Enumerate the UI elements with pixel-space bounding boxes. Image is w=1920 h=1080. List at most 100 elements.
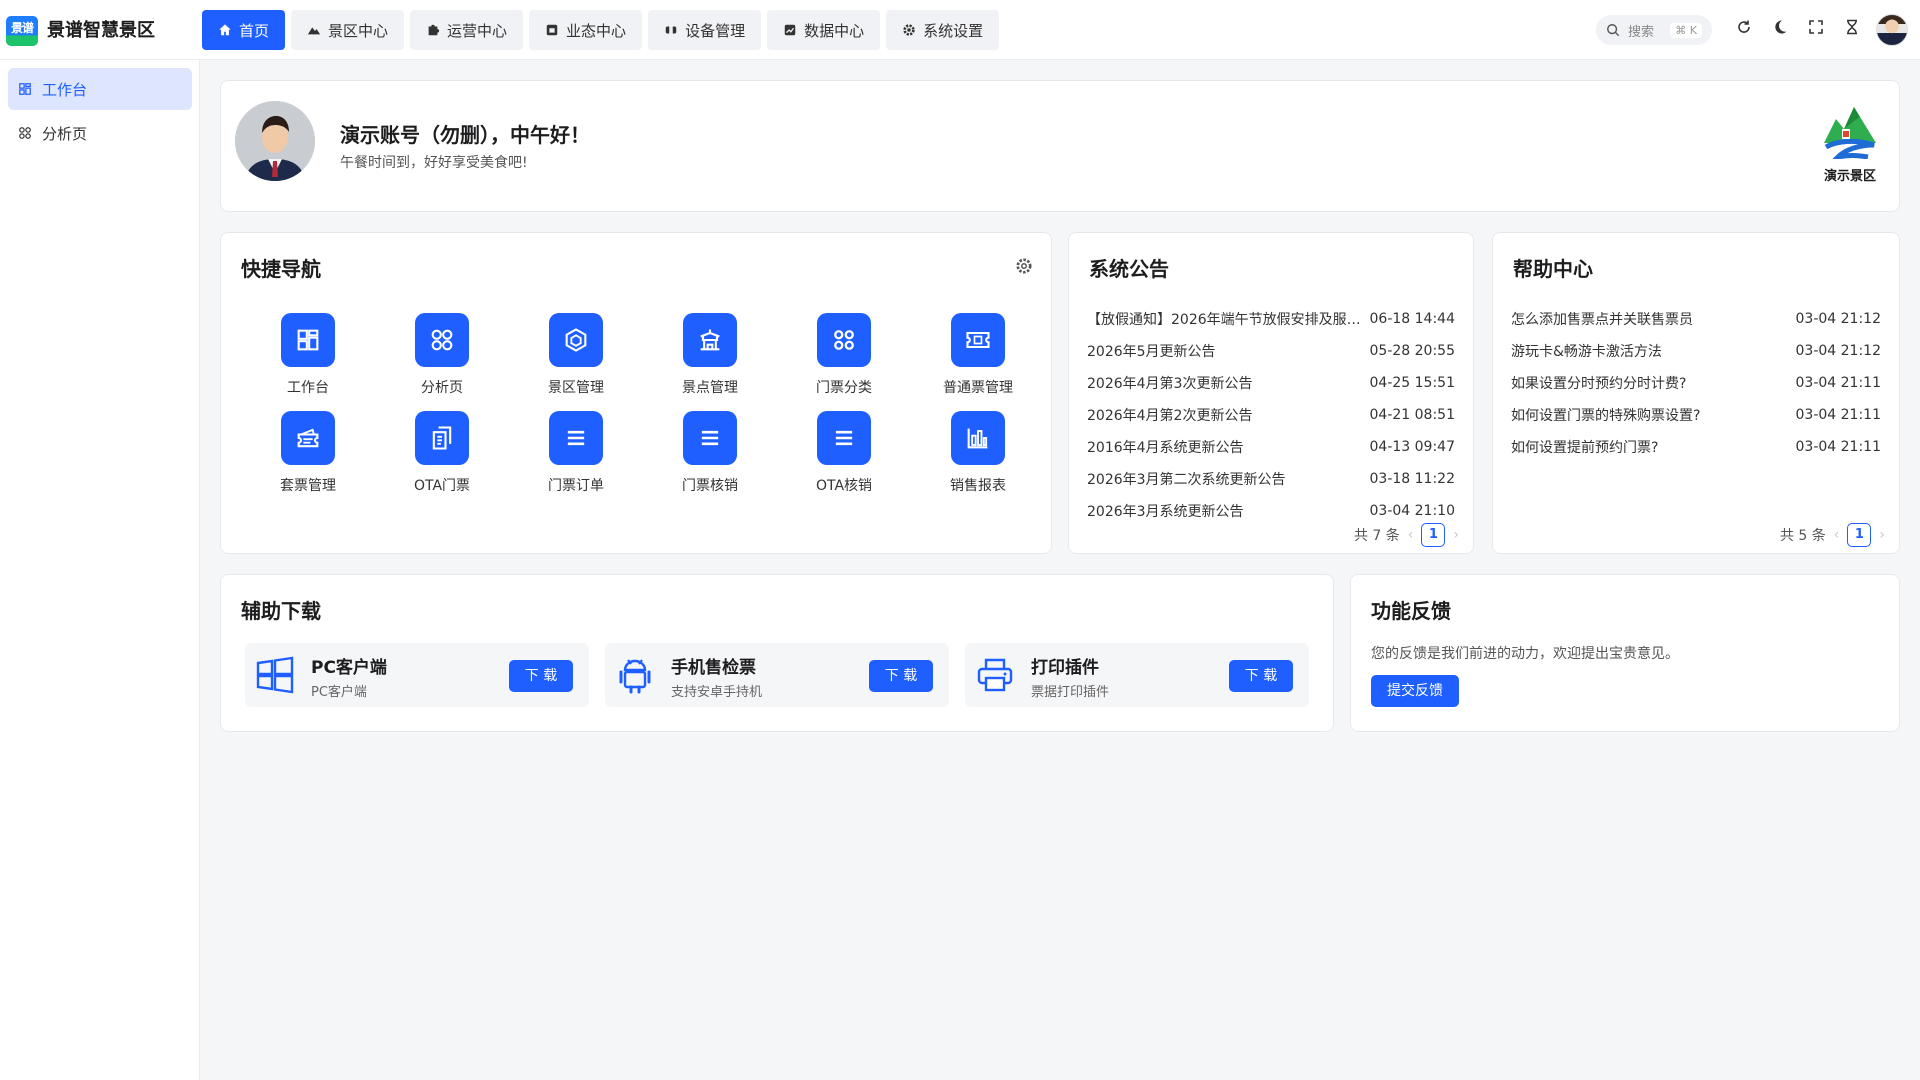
sidebar-item-workbench[interactable]: 工作台 <box>8 68 192 110</box>
list-item[interactable]: 2026年5月更新公告 05-28 20:55 <box>1087 335 1455 367</box>
nav-system-settings[interactable]: 系统设置 <box>886 10 1000 50</box>
download-title: 打印插件 <box>1031 658 1099 678</box>
quick-nav-scenic-management[interactable]: 景区管理 <box>509 313 643 397</box>
quick-nav-regular-ticket[interactable]: 普通票管理 <box>911 313 1045 397</box>
app-title: 景谱智慧景区 <box>47 20 155 41</box>
nav-operations-center[interactable]: 运营中心 <box>410 10 524 50</box>
quick-nav-ticket-category[interactable]: 门票分类 <box>777 313 911 397</box>
pagination-page[interactable]: 1 <box>1847 523 1872 547</box>
feedback-card: 功能反馈 您的反馈是我们前进的动力，欢迎提出宝贵意见。 提交反馈 <box>1350 574 1900 732</box>
quick-nav-ticket-verification[interactable]: 门票核销 <box>643 411 777 495</box>
list-item-date: 03-04 21:11 <box>1795 375 1881 391</box>
download-title: 手机售检票 <box>671 658 756 678</box>
sidebar-item-analysis[interactable]: 分析页 <box>8 112 192 154</box>
announcements-pagination: 共 7 条 ‹ 1 › <box>1354 523 1459 547</box>
home-icon <box>219 24 231 36</box>
nav-home[interactable]: 首页 <box>202 10 286 50</box>
quick-nav-analysis[interactable]: 分析页 <box>375 313 509 397</box>
list-item[interactable]: 2026年3月第二次系统更新公告 03-18 11:22 <box>1087 463 1455 495</box>
list-item-date: 06-18 14:44 <box>1369 311 1455 327</box>
downloads-card: 辅助下载 PC客户端 PC客户端 下 载 手机售检票 支持安卓手持机 下 载 打… <box>220 574 1334 732</box>
quick-nav-label: 工作台 <box>287 380 329 396</box>
quick-nav-ticket-orders[interactable]: 门票订单 <box>509 411 643 495</box>
list-item[interactable]: 如何设置提前预约门票? 03-04 21:11 <box>1511 431 1881 463</box>
download-subtitle: PC客户端 <box>311 685 367 700</box>
sidebar-item-label: 分析页 <box>42 124 88 143</box>
main-nav: 首页 景区中心 运营中心 业态中心 设备管理 数据中心 系统设置 <box>202 10 1000 50</box>
submit-feedback-button[interactable]: 提交反馈 <box>1371 675 1459 707</box>
quick-nav-sales-report[interactable]: 销售报表 <box>911 411 1045 495</box>
search-box[interactable]: 搜索 ⌘ K <box>1596 15 1712 45</box>
list-icon <box>683 411 737 465</box>
help-pagination: 共 5 条 ‹ 1 › <box>1780 523 1885 547</box>
nav-scenic-center[interactable]: 景区中心 <box>291 10 405 50</box>
top-tools <box>1735 18 1860 35</box>
nav-label: 运营中心 <box>447 21 508 40</box>
search-placeholder: 搜索 <box>1628 24 1655 40</box>
list-item-title: 2026年4月第2次更新公告 <box>1087 408 1253 424</box>
hourglass-icon[interactable] <box>1843 18 1860 35</box>
list-item[interactable]: 2026年4月第3次更新公告 04-25 15:51 <box>1087 367 1455 399</box>
search-shortcut: ⌘ K <box>1670 22 1702 38</box>
pagination-total: 共 7 条 <box>1353 528 1400 544</box>
chevron-right-icon[interactable]: › <box>1453 527 1459 543</box>
list-item-date: 03-18 11:22 <box>1369 471 1455 487</box>
download-subtitle: 票据打印插件 <box>1031 685 1110 700</box>
report-icon <box>951 411 1005 465</box>
quick-nav-ota-verification[interactable]: OTA核销 <box>777 411 911 495</box>
list-item-title: 【放假通知】2026年端午节放假安排及服务调整通知 <box>1087 312 1367 328</box>
chevron-right-icon[interactable]: › <box>1879 527 1885 543</box>
download-button[interactable]: 下 载 <box>509 660 573 692</box>
download-button[interactable]: 下 载 <box>1229 660 1293 692</box>
nav-device-management[interactable]: 设备管理 <box>648 10 762 50</box>
fullscreen-icon[interactable] <box>1807 18 1824 35</box>
nav-business-center[interactable]: 业态中心 <box>529 10 643 50</box>
downloads-title: 辅助下载 <box>241 599 321 623</box>
nav-label: 景区中心 <box>328 21 389 40</box>
quick-nav-workbench[interactable]: 工作台 <box>241 313 375 397</box>
puzzle-icon <box>428 24 440 36</box>
app-logo[interactable]: 景谱 <box>6 16 38 46</box>
list-item[interactable]: 如果设置分时预约分时计费? 03-04 21:11 <box>1511 367 1881 399</box>
chevron-left-icon[interactable]: ‹ <box>1408 527 1414 543</box>
store-icon <box>546 24 558 36</box>
list-item[interactable]: 【放假通知】2026年端午节放假安排及服务调整通知06-18 14:44 <box>1087 303 1455 335</box>
analysis-icon <box>415 313 469 367</box>
chevron-left-icon[interactable]: ‹ <box>1834 527 1840 543</box>
list-item-date: 04-25 15:51 <box>1369 375 1455 391</box>
quick-nav-label: 普通票管理 <box>943 380 1013 396</box>
list-item-date: 05-28 20:55 <box>1369 343 1455 359</box>
list-item-title: 2026年4月第3次更新公告 <box>1087 376 1253 392</box>
list-item[interactable]: 2026年4月第2次更新公告 04-21 08:51 <box>1087 399 1455 431</box>
help-center-card: 帮助中心 怎么添加售票点并关联售票员 03-04 21:12 游玩卡&畅游卡激活方… <box>1492 232 1900 554</box>
dark-mode-icon[interactable] <box>1771 18 1788 35</box>
welcome-card: 演示账号（勿删），中午好！ 午餐时间到，好好享受美食吧! 演示景区 <box>220 80 1900 212</box>
quick-nav-grid: 工作台 分析页 景区管理 景点管理 门票分类 普通票管理 套票管理 OTA门票 <box>241 313 1041 495</box>
quick-nav-label: 分析页 <box>421 380 463 396</box>
ticket-icon <box>951 313 1005 367</box>
user-avatar[interactable] <box>1876 14 1908 46</box>
printer-icon <box>977 658 1013 692</box>
quick-nav-label: 景点管理 <box>682 380 738 396</box>
list-item[interactable]: 怎么添加售票点并关联售票员 03-04 21:12 <box>1511 303 1881 335</box>
list-item[interactable]: 游玩卡&畅游卡激活方法 03-04 21:12 <box>1511 335 1881 367</box>
quick-nav-package-ticket[interactable]: 套票管理 <box>241 411 375 495</box>
list-item[interactable]: 如何设置门票的特殊购票设置? 03-04 21:11 <box>1511 399 1881 431</box>
help-list: 怎么添加售票点并关联售票员 03-04 21:12 游玩卡&畅游卡激活方法 03-0… <box>1511 303 1881 463</box>
quick-nav-attraction-management[interactable]: 景点管理 <box>643 313 777 397</box>
refresh-icon[interactable] <box>1735 18 1752 35</box>
temple-icon <box>683 313 737 367</box>
nav-data-center[interactable]: 数据中心 <box>767 10 881 50</box>
list-item-date: 04-13 09:47 <box>1369 439 1455 455</box>
pagination-page[interactable]: 1 <box>1421 523 1446 547</box>
workbench-icon <box>19 83 31 95</box>
android-icon <box>619 659 651 694</box>
quick-nav-ota-ticket[interactable]: OTA门票 <box>375 411 509 495</box>
gear-icon[interactable] <box>1015 257 1033 275</box>
list-item[interactable]: 2016年4月系统更新公告 04-13 09:47 <box>1087 431 1455 463</box>
scenic-logo[interactable]: 演示景区 <box>1815 103 1885 184</box>
pagination-total: 共 5 条 <box>1779 528 1826 544</box>
download-button[interactable]: 下 载 <box>869 660 933 692</box>
greeting-subtitle: 午餐时间到，好好享受美食吧! <box>340 155 528 171</box>
quick-nav-label: 销售报表 <box>950 478 1006 494</box>
